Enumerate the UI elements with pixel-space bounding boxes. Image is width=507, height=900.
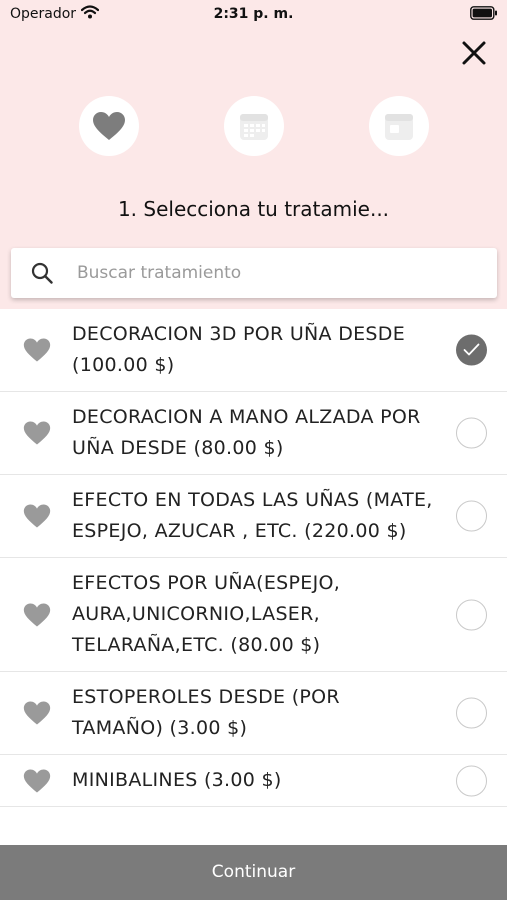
unselected-radio[interactable] [456,599,487,630]
unselected-radio[interactable] [456,765,487,796]
search-bar [11,248,497,298]
heart-icon [93,112,125,140]
treatment-label: DECORACION 3D POR UÑA DESDE (100.00 $) [72,323,406,376]
unselected-radio[interactable] [456,697,487,729]
treatment-row[interactable]: DECORACION 3D POR UÑA DESDE (100.00 $) [0,309,507,392]
search-input[interactable] [77,248,477,298]
treatment-list: DECORACION 3D POR UÑA DESDE (100.00 $) DE… [0,309,507,845]
step-date[interactable] [224,96,284,156]
treatment-row[interactable]: MINIBALINES (3.00 $) [0,755,507,807]
step-treatment[interactable] [79,96,139,156]
step-confirm[interactable] [369,96,429,156]
favorite-heart-icon[interactable] [23,337,51,363]
treatment-row[interactable]: EFECTO EN TODAS LAS UÑAS (MATE, ESPEJO, … [0,475,507,558]
continue-button[interactable]: Continuar [0,845,507,900]
step-title: 1. Selecciona tu tratamie... [117,197,390,221]
close-icon [462,41,486,65]
calendar-day-icon [385,114,413,140]
calendar-icon [240,114,268,140]
treatment-row[interactable]: EFECTOS POR UÑA(ESPEJO, AURA,UNICORNIO,L… [0,558,507,672]
treatment-row[interactable]: DECORACION A MANO ALZADA POR UÑA DESDE (… [0,392,507,475]
treatment-label: EFECTOS POR UÑA(ESPEJO, AURA,UNICORNIO,L… [72,572,341,656]
treatment-label: ESTOPEROLES DESDE (POR TAMAÑO) (3.00 $) [72,686,340,739]
status-bar: Operador 2:31 p. m. [0,0,507,28]
battery-icon [470,6,498,20]
favorite-heart-icon[interactable] [23,700,51,726]
unselected-radio[interactable] [456,500,487,532]
favorite-heart-icon[interactable] [23,768,51,794]
favorite-heart-icon[interactable] [23,420,51,446]
checkmark-icon [463,343,480,356]
treatment-row[interactable]: ESTOPEROLES DESDE (POR TAMAÑO) (3.00 $) [0,672,507,755]
status-time: 2:31 p. m. [213,6,294,22]
step-indicator [0,96,507,156]
treatment-label: EFECTO EN TODAS LAS UÑAS (MATE, ESPEJO, … [72,489,433,542]
favorite-heart-icon[interactable] [23,602,51,628]
selected-radio[interactable] [456,334,487,366]
treatment-label: DECORACION A MANO ALZADA POR UÑA DESDE (… [72,406,421,459]
treatment-label: MINIBALINES (3.00 $) [72,769,282,791]
favorite-heart-icon[interactable] [23,503,51,529]
close-button[interactable] [459,38,489,68]
unselected-radio[interactable] [456,417,487,449]
search-icon [31,262,53,284]
